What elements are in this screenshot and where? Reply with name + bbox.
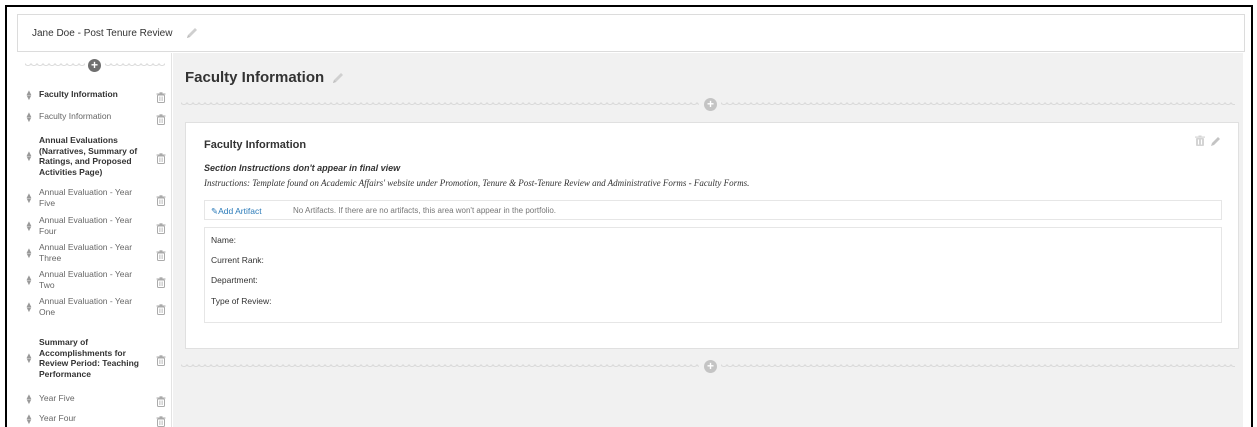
portfolio-title: Jane Doe - Post Tenure Review (32, 28, 173, 39)
sidebar-item[interactable]: Year Five ▲ ▼ (17, 393, 172, 407)
sidebar-item-label: Year Four (39, 413, 77, 423)
wavy-divider (105, 63, 165, 69)
drag-handle-icon[interactable]: ▲ ▼ (25, 352, 33, 365)
field-type-of-review: Type of Review: (211, 296, 272, 306)
sidebar-item[interactable]: Annual Evaluations (Narratives, Summary … (17, 135, 172, 177)
card-title: Faculty Information (204, 139, 307, 151)
sidebar-item[interactable]: Annual Evaluation - Year Two ▲ ▼ (17, 269, 172, 290)
add-section-divider: + (181, 98, 1235, 111)
wavy-divider (181, 102, 699, 108)
trash-icon[interactable] (1194, 134, 1210, 151)
plus-circle-icon[interactable]: + (704, 98, 717, 111)
sidebar-item[interactable]: Annual Evaluation - Year Three ▲ ▼ (17, 242, 172, 263)
trash-icon[interactable] (156, 353, 166, 371)
drag-handle-icon[interactable]: ▲ ▼ (25, 220, 33, 233)
fields-area: Name: Current Rank: Department: Type of … (204, 227, 1222, 323)
trash-icon[interactable] (156, 248, 166, 266)
sidebar-item-label: Summary of Accomplishments for Review Pe… (39, 337, 139, 379)
field-department: Department: (211, 275, 258, 285)
artifact-area: ✎Add Artifact No Artifacts. If there are… (204, 200, 1222, 220)
sidebar-item-label: Annual Evaluation - Year Five (39, 187, 133, 208)
drag-handle-icon[interactable]: ▲ ▼ (25, 150, 33, 163)
content-card: Faculty Information Section Instructions… (185, 122, 1239, 349)
sidebar-item-label: Annual Evaluation - Year Two (39, 269, 133, 290)
pencil-icon[interactable] (1210, 134, 1222, 151)
trash-icon[interactable] (156, 275, 166, 293)
trash-icon[interactable] (156, 151, 166, 169)
sidebar-item[interactable]: Faculty Information ▲ ▼ (17, 89, 172, 103)
trash-icon[interactable] (156, 112, 166, 130)
drag-handle-icon[interactable]: ▲ ▼ (25, 89, 33, 102)
sidebar-item-label: Year Five (39, 393, 75, 403)
drag-handle-icon[interactable]: ▲ ▼ (25, 274, 33, 287)
sidebar-item[interactable]: Annual Evaluation - Year Four ▲ ▼ (17, 215, 172, 236)
wavy-divider (181, 364, 699, 370)
section-title: Faculty Information (185, 69, 325, 86)
trash-icon[interactable] (156, 414, 166, 427)
sidebar-item[interactable]: Annual Evaluation - Year One ▲ ▼ (17, 296, 172, 317)
sidebar-item-label: Faculty Information (39, 111, 112, 121)
wavy-divider (25, 63, 85, 69)
trash-icon[interactable] (156, 221, 166, 239)
pencil-icon[interactable] (184, 25, 200, 46)
instructions-text: Instructions: Template found on Academic… (204, 178, 750, 188)
plus-circle-icon[interactable]: + (704, 360, 717, 373)
drag-handle-icon[interactable]: ▲ ▼ (25, 393, 33, 406)
card-actions (1194, 134, 1222, 152)
drag-handle-icon[interactable]: ▲ ▼ (25, 301, 33, 314)
drag-handle-icon[interactable]: ▲ ▼ (25, 192, 33, 205)
main-content: Faculty Information + Faculty Informatio… (173, 53, 1243, 427)
add-artifact-link[interactable]: ✎Add Artifact (211, 206, 262, 217)
drag-handle-icon[interactable]: ▲ ▼ (25, 247, 33, 260)
field-current-rank: Current Rank: (211, 255, 264, 265)
trash-icon[interactable] (156, 90, 166, 108)
field-name: Name: (211, 235, 237, 245)
trash-icon[interactable] (156, 394, 166, 412)
drag-handle-icon[interactable]: ▲ ▼ (25, 413, 33, 426)
sidebar: + Faculty Information ▲ ▼ Faculty Informati… (17, 53, 172, 427)
add-section-divider: + (181, 360, 1235, 373)
add-artifact-label: Add Artifact (218, 206, 262, 216)
plus-circle-icon[interactable]: + (88, 59, 101, 72)
app-frame: Jane Doe - Post Tenure Review + Faculty … (5, 5, 1253, 427)
sidebar-item-label: Annual Evaluation - Year Four (39, 215, 133, 236)
wavy-divider (721, 364, 1235, 370)
portfolio-header: Jane Doe - Post Tenure Review (17, 14, 1245, 52)
trash-icon[interactable] (156, 193, 166, 211)
sidebar-item[interactable]: Faculty Information ▲ ▼ (17, 111, 172, 125)
sidebar-add-row: + (17, 53, 171, 79)
wavy-divider (721, 102, 1235, 108)
trash-icon[interactable] (156, 302, 166, 320)
instructions-heading: Section Instructions don't appear in fin… (204, 163, 401, 173)
drag-handle-icon[interactable]: ▲ ▼ (25, 111, 33, 124)
sidebar-item-label: Annual Evaluations (Narratives, Summary … (39, 135, 138, 177)
sidebar-item[interactable]: Year Four ▲ ▼ (17, 413, 172, 427)
artifact-note: No Artifacts. If there are no artifacts,… (293, 206, 556, 215)
pencil-icon[interactable] (330, 70, 346, 91)
sidebar-item-label: Faculty Information (39, 89, 118, 99)
sidebar-item[interactable]: Annual Evaluation - Year Five ▲ ▼ (17, 187, 172, 208)
sidebar-item-label: Annual Evaluation - Year Three (39, 242, 133, 263)
sidebar-item[interactable]: Summary of Accomplishments for Review Pe… (17, 337, 172, 379)
sidebar-item-label: Annual Evaluation - Year One (39, 296, 133, 317)
